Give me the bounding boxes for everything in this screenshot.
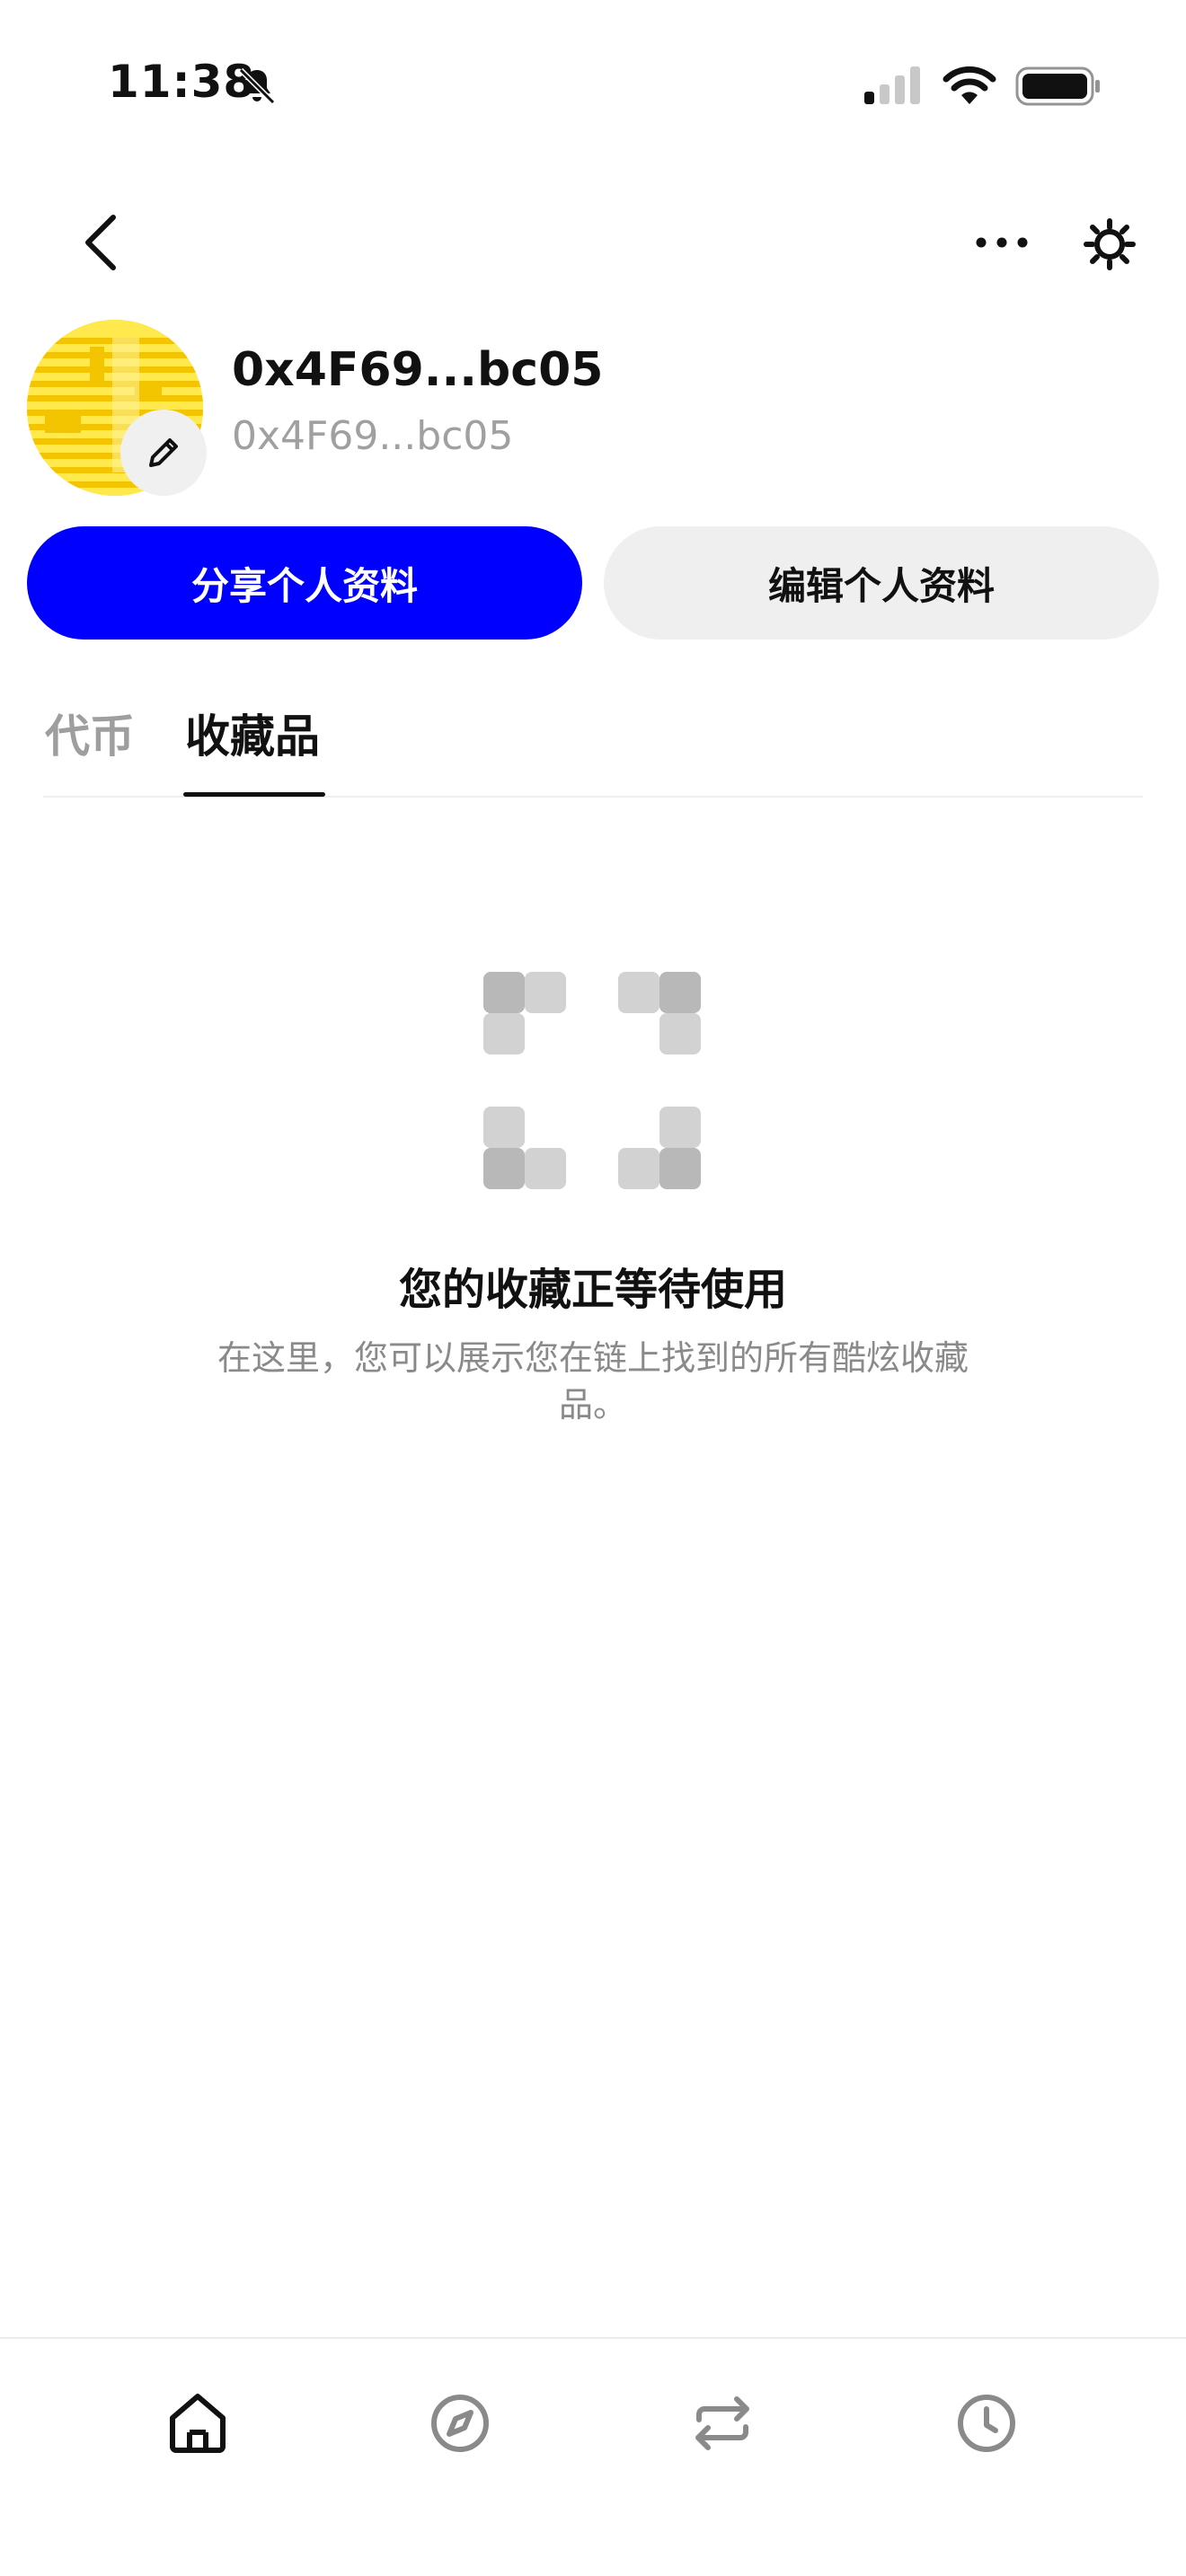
- wifi-icon: [943, 66, 996, 104]
- share-profile-button[interactable]: 分享个人资料: [27, 526, 582, 640]
- home-icon[interactable]: [162, 2387, 234, 2459]
- status-time: 11:38: [108, 56, 256, 108]
- edit-profile-button[interactable]: 编辑个人资料: [604, 526, 1159, 640]
- bell-muted-icon: [238, 67, 276, 105]
- tab-collectibles[interactable]: 收藏品: [185, 701, 320, 765]
- profile-name: 0x4F69...bc05: [232, 343, 604, 397]
- tab-tokens[interactable]: 代币: [45, 701, 135, 765]
- history-icon[interactable]: [951, 2387, 1022, 2459]
- profile-address[interactable]: 0x4F69...bc05: [232, 413, 513, 459]
- more-icon[interactable]: [970, 225, 1033, 260]
- swap-icon[interactable]: [686, 2387, 758, 2459]
- explore-icon[interactable]: [424, 2387, 496, 2459]
- active-tab-indicator: [183, 792, 325, 797]
- bottom-nav-divider: [0, 2337, 1186, 2339]
- signal-icon: [864, 66, 920, 104]
- empty-state-title: 您的收藏正等待使用: [398, 1265, 787, 1315]
- empty-state-description: 在这里，您可以展示您在链上找到的所有酷炫收藏品。: [217, 1338, 969, 1425]
- back-chevron-icon[interactable]: [74, 212, 128, 273]
- battery-icon: [1015, 66, 1100, 106]
- edit-avatar-button[interactable]: [120, 410, 207, 496]
- gear-icon[interactable]: [1078, 216, 1141, 273]
- collectibles-empty-icon: [483, 972, 701, 1189]
- pencil-icon: [149, 438, 178, 467]
